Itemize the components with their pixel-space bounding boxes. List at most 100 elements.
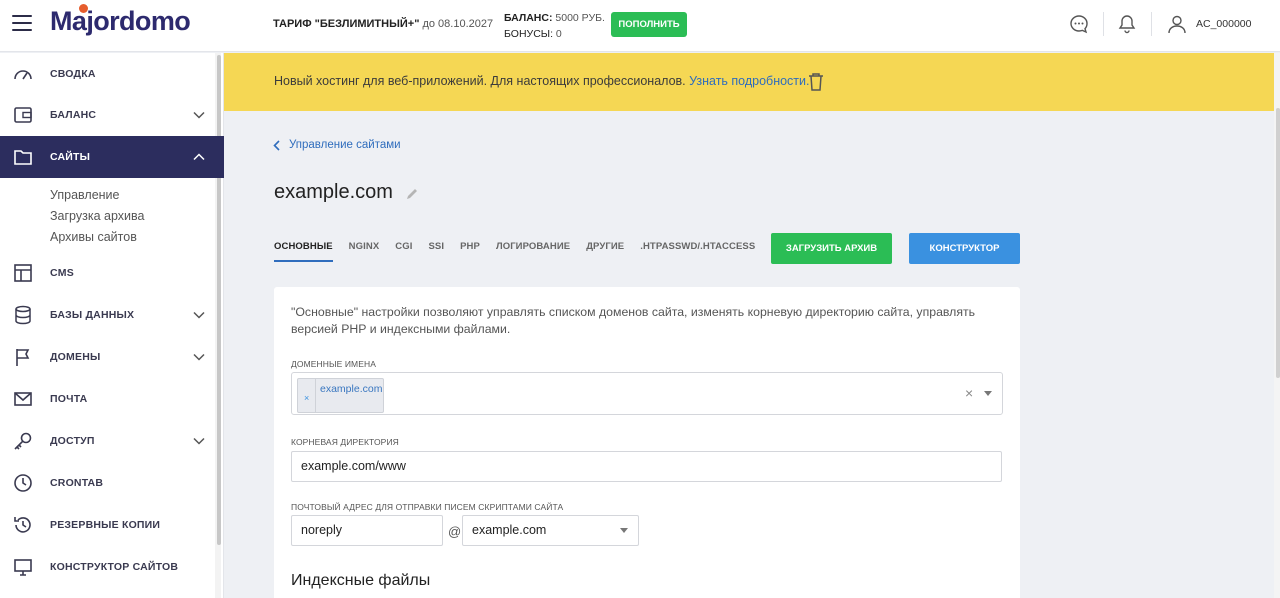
sidebar-item-label: РЕЗЕРВНЫЕ КОПИИ	[50, 519, 161, 531]
domains-label: ДОМЕННЫЕ ИМЕНА	[291, 359, 377, 369]
balance-label: БАЛАНС:	[504, 12, 553, 24]
mail-icon	[14, 392, 32, 406]
database-icon	[15, 305, 31, 325]
folder-icon	[14, 150, 32, 165]
sidebar-item-label: СВОДКА	[50, 68, 96, 80]
user-icon[interactable]	[1166, 13, 1188, 35]
key-icon	[14, 432, 32, 450]
pencil-icon[interactable]	[405, 187, 419, 201]
header-divider	[1103, 12, 1104, 36]
sidebar-scroll-thumb[interactable]	[217, 55, 221, 545]
chevron-down-icon	[193, 353, 205, 361]
chip-label: example.com	[320, 383, 383, 395]
sidebar-item-label: БАЛАНС	[50, 109, 97, 121]
chat-icon[interactable]	[1068, 13, 1090, 35]
chevron-down-icon	[193, 111, 205, 119]
sidebar-subitem-upload-archive[interactable]: Загрузка архива	[50, 209, 144, 223]
trash-icon[interactable]	[807, 72, 825, 92]
sidebar-item-label: САЙТЫ	[50, 151, 91, 163]
banner-message: Новый хостинг для веб-приложений. Для на…	[274, 74, 686, 88]
sidebar-item-backups[interactable]: РЕЗЕРВНЫЕ КОПИИ	[0, 504, 214, 546]
topup-button[interactable]: ПОПОЛНИТЬ	[611, 12, 687, 37]
logo[interactable]: Ma jordomo	[50, 4, 191, 37]
sidebar-item-label: CRONTAB	[50, 477, 104, 489]
gauge-icon	[14, 70, 32, 80]
layout-icon	[14, 264, 32, 282]
sidebar-item-access[interactable]: ДОСТУП	[0, 420, 214, 462]
promo-banner: Новый хостинг для веб-приложений. Для на…	[224, 53, 1280, 111]
tab-logging[interactable]: ЛОГИРОВАНИЕ	[496, 241, 570, 262]
balance-value: 5000 РУБ.	[555, 12, 605, 24]
top-header: Ma jordomo ТАРИФ "БЕЗЛИМИТНЫЙ+" до 08.10.…	[0, 0, 1280, 52]
mail-domain-value: example.com	[472, 523, 547, 537]
clear-icon[interactable]: ×	[965, 385, 973, 401]
tab-nginx[interactable]: NGINX	[349, 241, 380, 262]
page-title: example.com	[274, 181, 393, 203]
tab-other[interactable]: ДРУГИЕ	[586, 241, 624, 262]
tab-php[interactable]: PHP	[460, 241, 480, 262]
clock-icon	[14, 474, 32, 492]
mail-label: ПОЧТОВЫЙ АДРЕС ДЛЯ ОТПРАВКИ ПИСЕМ СКРИПТ…	[291, 502, 564, 512]
main-scroll-thumb[interactable]	[1276, 108, 1280, 378]
index-files-title: Индексные файлы	[291, 572, 431, 589]
sidebar: СВОДКА БАЛАНС САЙТЫ Управление Загрузка …	[0, 53, 224, 598]
sidebar-item-summary[interactable]: СВОДКА	[0, 53, 214, 95]
tariff-info: ТАРИФ "БЕЗЛИМИТНЫЙ+" до 08.10.2027	[273, 18, 493, 30]
menu-icon[interactable]	[12, 15, 32, 33]
builder-button[interactable]: КОНСТРУКТОР	[909, 233, 1020, 264]
tab-main[interactable]: ОСНОВНЫЕ	[274, 241, 333, 262]
bell-icon[interactable]	[1116, 13, 1138, 35]
domains-multiselect[interactable]: × example.com ×	[291, 372, 1003, 415]
domain-chip: × example.com	[297, 378, 384, 413]
sidebar-item-label: ПОЧТА	[50, 393, 88, 405]
caret-down-icon[interactable]	[984, 391, 992, 396]
bonus-label: БОНУСЫ:	[504, 28, 553, 40]
chevron-down-icon	[193, 437, 205, 445]
settings-card: "Основные" настройки позволяют управлять…	[274, 287, 1020, 598]
sidebar-item-sites[interactable]: САЙТЫ	[0, 136, 224, 178]
header-divider	[1151, 12, 1152, 36]
root-dir-label: КОРНЕВАЯ ДИРЕКТОРИЯ	[291, 437, 399, 447]
tariff-until: до 08.10.2027	[422, 18, 494, 30]
bonus-value: 0	[555, 28, 562, 40]
upload-archive-button[interactable]: ЗАГРУЗИТЬ АРХИВ	[771, 233, 892, 264]
sidebar-item-cms[interactable]: CMS	[0, 252, 214, 294]
sidebar-item-crontab[interactable]: CRONTAB	[0, 462, 214, 504]
flag-icon	[16, 349, 30, 366]
sidebar-item-mail[interactable]: ПОЧТА	[0, 378, 214, 420]
breadcrumb-label: Управление сайтами	[289, 139, 401, 151]
banner-link[interactable]: Узнать подробности.	[689, 74, 809, 88]
sidebar-item-label: ДОСТУП	[50, 435, 95, 447]
sidebar-subitem-manage[interactable]: Управление	[50, 188, 120, 202]
banner-text: Новый хостинг для веб-приложений. Для на…	[274, 74, 810, 88]
tariff-label: ТАРИФ "БЕЗЛИМИТНЫЙ+"	[273, 18, 420, 30]
sidebar-item-site-builder[interactable]: КОНСТРУКТОР САЙТОВ	[0, 546, 214, 588]
chevron-up-icon	[193, 153, 205, 161]
caret-down-icon	[620, 528, 628, 533]
balance-info: БАЛАНС: 5000 РУБ. БОНУСЫ: 0	[504, 10, 605, 42]
tab-cgi[interactable]: CGI	[395, 241, 412, 262]
chip-remove-icon[interactable]: ×	[304, 393, 309, 403]
sidebar-item-label: ДОМЕНЫ	[50, 351, 101, 363]
mail-user-input[interactable]: noreply	[291, 515, 443, 546]
breadcrumb[interactable]: Управление сайтами	[273, 139, 401, 151]
monitor-icon	[14, 559, 32, 576]
sidebar-subitem-site-archives[interactable]: Архивы сайтов	[50, 230, 137, 244]
settings-description: "Основные" настройки позволяют управлять…	[291, 305, 976, 336]
root-dir-input[interactable]: example.com/www	[291, 451, 1002, 482]
history-icon	[14, 517, 31, 533]
tab-htpasswd[interactable]: .HTPASSWD/.HTACCESS	[640, 241, 755, 262]
wallet-icon	[14, 107, 32, 123]
mail-domain-select[interactable]: example.com	[462, 515, 639, 546]
sidebar-item-label: КОНСТРУКТОР САЙТОВ	[50, 561, 179, 573]
settings-tabs: ОСНОВНЫЕ NGINX CGI SSI PHP ЛОГИРОВАНИЕ Д…	[274, 241, 771, 262]
sidebar-item-domains[interactable]: ДОМЕНЫ	[0, 336, 214, 378]
sidebar-item-balance[interactable]: БАЛАНС	[0, 94, 214, 136]
chevron-left-icon	[273, 139, 280, 151]
tab-ssi[interactable]: SSI	[428, 241, 444, 262]
sidebar-item-label: CMS	[50, 267, 74, 279]
at-sign: @	[448, 524, 462, 539]
sidebar-item-databases[interactable]: БАЗЫ ДАННЫХ	[0, 294, 214, 336]
user-name[interactable]: AC_000000	[1196, 18, 1251, 30]
sidebar-item-label: БАЗЫ ДАННЫХ	[50, 309, 135, 321]
